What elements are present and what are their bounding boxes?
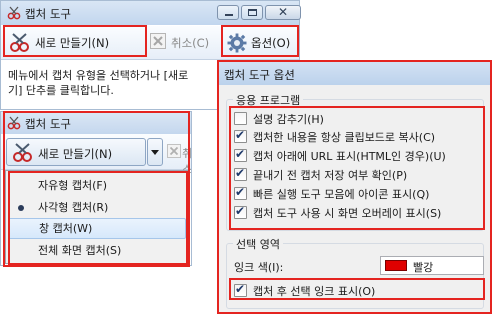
instruction-line-1: 메뉴에서 캡처 유형을 선택하거나 [새로	[8, 69, 189, 82]
highlight-menu-items	[8, 171, 188, 265]
maximize-icon	[248, 9, 257, 16]
highlight-options-button	[221, 25, 299, 57]
cancel-x-icon[interactable]	[150, 33, 166, 49]
instruction-line-2: 기] 단추를 클릭합니다.	[8, 84, 114, 97]
scissors-icon	[7, 6, 21, 20]
window-titlebar[interactable]: 캡처 도구 ✕	[1, 1, 301, 25]
cancel-label[interactable]: 취소(C)	[171, 35, 209, 51]
highlight-show-ink	[229, 278, 485, 300]
close-icon: ✕	[278, 5, 289, 19]
minimize-button[interactable]	[217, 5, 239, 20]
close-button[interactable]: ✕	[265, 5, 301, 20]
maximize-button[interactable]	[241, 5, 263, 20]
minimize-icon	[225, 14, 233, 16]
highlight-app-options	[229, 106, 485, 230]
window-title: 캡처 도구	[25, 7, 71, 21]
highlight-new-button	[3, 25, 147, 57]
